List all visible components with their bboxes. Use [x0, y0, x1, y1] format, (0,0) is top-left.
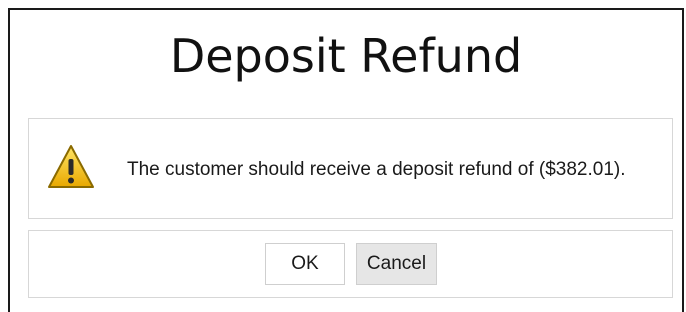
- warning-icon: [48, 145, 94, 188]
- message-text: The customer should receive a deposit re…: [127, 159, 626, 180]
- deposit-refund-dialog: Deposit Refund The customer should recei…: [8, 8, 684, 312]
- ok-button[interactable]: OK: [265, 243, 345, 285]
- button-panel: OK Cancel: [28, 230, 673, 298]
- cancel-button[interactable]: Cancel: [356, 243, 437, 285]
- dialog-title: Deposit Refund: [169, 29, 523, 83]
- message-panel: The customer should receive a deposit re…: [28, 118, 673, 219]
